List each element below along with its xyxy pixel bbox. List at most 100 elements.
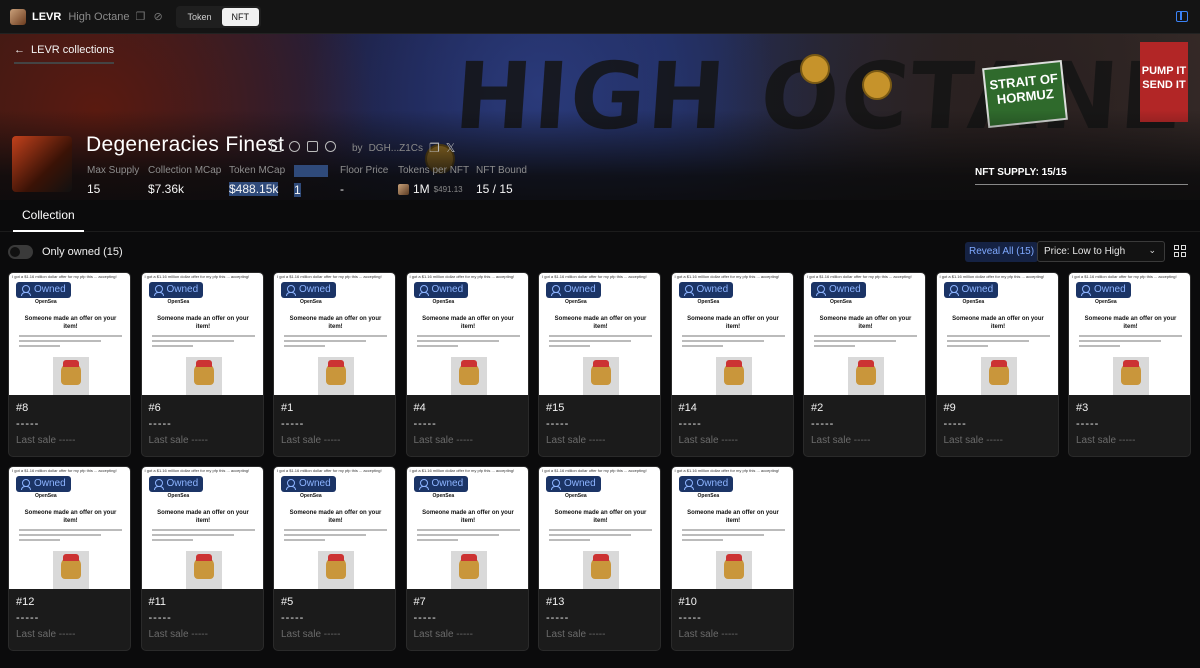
image-marketplace: OpenSea bbox=[565, 299, 587, 305]
nft-price: ----- bbox=[943, 418, 967, 430]
grid-view-icon[interactable] bbox=[1172, 243, 1190, 261]
copy-icon[interactable] bbox=[271, 141, 282, 152]
nft-card[interactable]: I got a $1.16 million dollar offer for m… bbox=[935, 272, 1059, 457]
image-caption: I got a $1.16 million dollar offer for m… bbox=[674, 274, 780, 279]
nft-card[interactable]: I got a $1.16 million dollar offer for m… bbox=[538, 272, 661, 457]
ape-artwork bbox=[318, 357, 354, 395]
nft-card[interactable]: I got a $1.16 million dollar offer for m… bbox=[273, 272, 396, 457]
chevron-down-icon: ⌄ bbox=[1148, 245, 1156, 255]
ape-artwork bbox=[185, 551, 222, 589]
copy-address-icon[interactable]: ❐ bbox=[429, 141, 440, 155]
owned-badge: Owned bbox=[811, 282, 866, 298]
info-icon[interactable] bbox=[289, 141, 300, 152]
sidebar-toggle-icon[interactable] bbox=[1176, 11, 1188, 22]
tab-nft[interactable]: NFT bbox=[221, 7, 260, 26]
collection-thumbnail bbox=[12, 136, 72, 192]
coin-graphic bbox=[862, 70, 892, 100]
x-twitter-icon[interactable]: 𝕏 bbox=[446, 141, 456, 155]
nft-number: #6 bbox=[148, 402, 161, 414]
nft-number: #5 bbox=[281, 596, 294, 608]
last-sale: Last sale ----- bbox=[281, 629, 341, 640]
nft-card[interactable]: I got a $1.16 million dollar offer for m… bbox=[405, 466, 529, 651]
nft-card[interactable]: I got a $1.16 million dollar offer for m… bbox=[670, 466, 794, 651]
image-caption: I got a $1.16 million dollar offer for m… bbox=[144, 274, 250, 279]
last-sale: Last sale ----- bbox=[413, 435, 473, 446]
only-owned-toggle[interactable] bbox=[8, 245, 33, 259]
nft-card[interactable]: I got a $1.16 million dollar offer for m… bbox=[140, 466, 264, 651]
image-marketplace: OpenSea bbox=[830, 299, 852, 305]
image-caption: I got a $1.16 million dollar offer for m… bbox=[542, 468, 647, 473]
collection-title: Degeneracies Finest bbox=[86, 133, 285, 156]
nft-price: ----- bbox=[413, 612, 437, 624]
nft-price: ----- bbox=[546, 418, 570, 430]
image-marketplace: OpenSea bbox=[565, 493, 587, 499]
crown-icon[interactable] bbox=[307, 141, 318, 152]
brand-name: LEVR bbox=[32, 10, 62, 23]
stat-subvalue: $491.13 bbox=[433, 184, 463, 194]
back-to-collections-link[interactable]: ← LEVR collections bbox=[14, 44, 115, 64]
nft-card[interactable]: I got a $1.16 million dollar offer for m… bbox=[8, 466, 131, 651]
nft-price: ----- bbox=[281, 418, 305, 430]
last-sale: Last sale ----- bbox=[546, 435, 606, 446]
nft-card[interactable]: I got a $1.16 million dollar offer for m… bbox=[803, 272, 926, 457]
tab-collection[interactable]: Collection bbox=[13, 208, 84, 232]
image-headline: Someone made an offer on your item! bbox=[952, 316, 1044, 330]
image-caption: I got a $1.16 million dollar offer for m… bbox=[277, 274, 382, 279]
banner-sign: STRAIT OF HORMUZ bbox=[982, 59, 1068, 129]
nft-number: #9 bbox=[943, 402, 956, 414]
nft-price: ----- bbox=[281, 612, 305, 624]
image-caption: I got a $1.16 million dollar offer for m… bbox=[1072, 274, 1177, 279]
last-sale: Last sale ----- bbox=[148, 435, 208, 446]
share-icon[interactable] bbox=[325, 141, 336, 152]
image-body-lines bbox=[416, 529, 520, 545]
only-owned-label: Only owned (15) bbox=[42, 246, 123, 258]
tab-token[interactable]: Token bbox=[178, 8, 222, 26]
nft-card[interactable]: I got a $1.16 million dollar offer for m… bbox=[8, 272, 131, 457]
collection-name: High Octane bbox=[68, 10, 130, 23]
filter-bar: Only owned (15) Reveal All (15) Price: L… bbox=[0, 239, 1200, 265]
nft-card[interactable]: I got a $1.16 million dollar offer for m… bbox=[1068, 272, 1191, 457]
reveal-all-button[interactable]: Reveal All (15) bbox=[965, 242, 1039, 262]
sort-value: Price: Low to High bbox=[1044, 246, 1126, 257]
sort-select[interactable]: Price: Low to High ⌄ bbox=[1037, 241, 1165, 262]
image-caption: I got a $1.16 million dollar offer for m… bbox=[277, 468, 382, 473]
nft-number: #13 bbox=[546, 596, 565, 608]
image-caption: I got a $1.16 million dollar offer for m… bbox=[807, 274, 912, 279]
ape-artwork bbox=[715, 357, 752, 395]
nft-card[interactable]: I got a $1.16 million dollar offer for m… bbox=[538, 466, 661, 651]
image-headline: Someone made an offer on your item! bbox=[24, 510, 117, 524]
nft-card[interactable]: I got a $1.16 million dollar offer for m… bbox=[140, 272, 264, 457]
image-headline: Someone made an offer on your item! bbox=[289, 316, 382, 330]
nft-card[interactable]: I got a $1.16 million dollar offer for m… bbox=[670, 272, 794, 457]
stat-value: 1M bbox=[413, 182, 430, 196]
nft-number: #15 bbox=[546, 402, 565, 414]
hide-icon[interactable]: ⊘ bbox=[154, 11, 166, 23]
last-sale: Last sale ----- bbox=[943, 435, 1003, 446]
last-sale: Last sale ----- bbox=[1076, 435, 1136, 446]
stat-max-supply: Max Supply 15 bbox=[87, 165, 139, 196]
creator-address[interactable]: DGH...Z1Cs bbox=[369, 143, 423, 154]
image-headline: Someone made an offer on your item! bbox=[157, 316, 249, 330]
stat-value: $7.36k bbox=[148, 182, 185, 196]
image-body-lines bbox=[681, 335, 785, 351]
image-headline: Someone made an offer on your item! bbox=[1084, 316, 1177, 330]
image-caption: I got a $1.16 million dollar offer for m… bbox=[939, 274, 1045, 279]
nft-card[interactable]: I got a $1.16 million dollar offer for m… bbox=[405, 272, 529, 457]
ape-artwork bbox=[848, 357, 884, 395]
copy-icon[interactable]: ❐ bbox=[136, 11, 148, 23]
stat-floor-price: Floor Price - bbox=[340, 165, 388, 196]
image-marketplace: OpenSea bbox=[432, 299, 455, 305]
image-body-lines bbox=[416, 335, 520, 351]
owned-badge: Owned bbox=[546, 282, 601, 298]
last-sale: Last sale ----- bbox=[16, 435, 76, 446]
owned-badge: Owned bbox=[413, 476, 469, 492]
last-sale: Last sale ----- bbox=[16, 629, 76, 640]
image-body-lines bbox=[549, 335, 652, 351]
nft-number: #1 bbox=[281, 402, 294, 414]
nft-card[interactable]: I got a $1.16 million dollar offer for m… bbox=[273, 466, 396, 651]
image-body-lines bbox=[19, 529, 122, 545]
image-headline: Someone made an offer on your item! bbox=[157, 510, 249, 524]
image-headline: Someone made an offer on your item! bbox=[554, 510, 647, 524]
image-caption: I got a $1.16 million dollar offer for m… bbox=[409, 274, 515, 279]
owned-badge: Owned bbox=[148, 282, 204, 298]
